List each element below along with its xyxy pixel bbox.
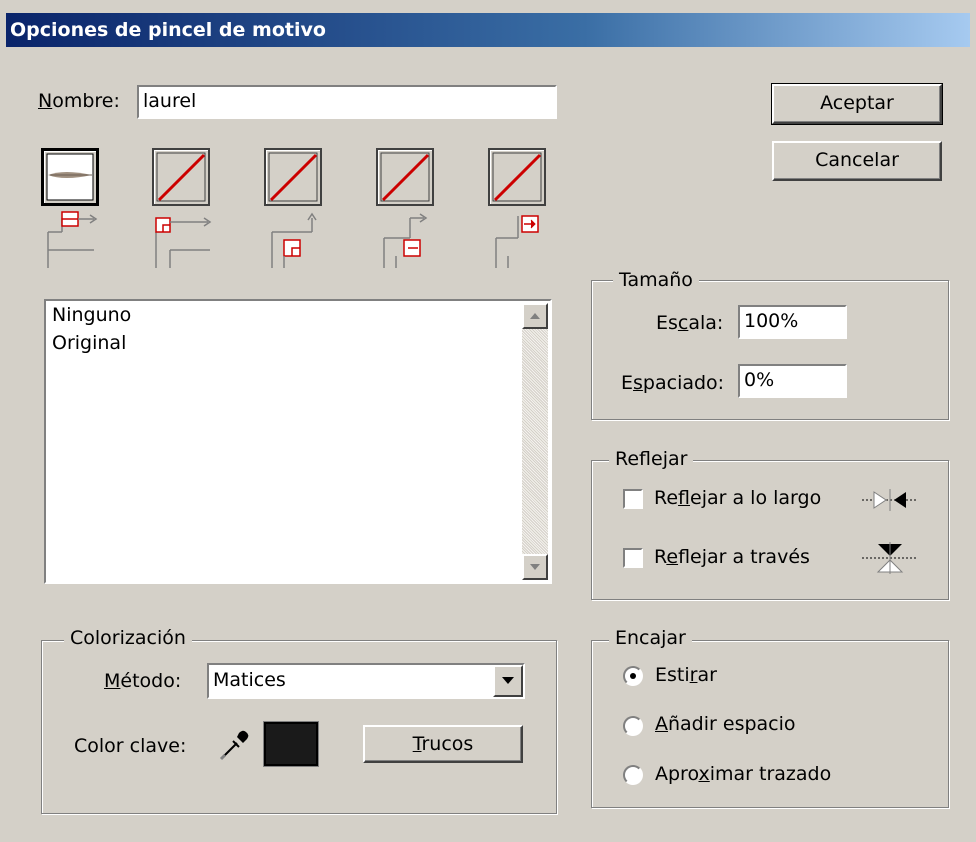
colorization-group-title: Colorización — [64, 626, 192, 650]
fit-group-title: Encajar — [609, 626, 692, 650]
list-item[interactable]: Original — [46, 329, 550, 357]
approximate-path-label[interactable]: Aproximar trazado — [655, 763, 831, 785]
cancel-button[interactable]: Cancelar — [772, 141, 942, 181]
laurel-pattern-icon — [46, 153, 94, 201]
key-color-label: Color clave: — [74, 735, 187, 757]
method-label: Método: — [104, 670, 182, 692]
side-tile-type-icon — [47, 211, 98, 268]
flip-along-label[interactable]: Reflejar a lo largo — [654, 487, 821, 509]
tile-inner-corner[interactable] — [264, 148, 322, 206]
flip-across-label[interactable]: Reflejar a través — [654, 546, 810, 568]
list-item[interactable]: Ninguno — [46, 301, 550, 329]
scale-label: Escala: — [656, 312, 724, 334]
tile-start[interactable] — [376, 148, 434, 206]
eyedropper-icon[interactable] — [217, 727, 253, 763]
add-space-label[interactable]: Añadir espacio — [655, 713, 796, 735]
flip-along-checkbox[interactable] — [623, 489, 643, 509]
title-bar: Opciones de pincel de motivo — [6, 13, 970, 47]
flip-across-icon — [862, 542, 918, 574]
window-title: Opciones de pincel de motivo — [10, 19, 326, 41]
tile-side[interactable] — [41, 148, 99, 206]
pattern-brush-options-dialog: Opciones de pincel de motivo Nombre: lau… — [0, 0, 976, 842]
approximate-path-radio[interactable] — [623, 765, 643, 785]
method-selected-value: Matices — [213, 669, 286, 691]
add-space-radio[interactable] — [623, 716, 643, 736]
inner-corner-tile-type-icon — [271, 212, 317, 268]
pattern-list[interactable]: Ninguno Original — [44, 299, 552, 584]
end-tile-type-icon — [495, 215, 539, 268]
method-select[interactable]: Matices — [207, 663, 525, 699]
method-dropdown-button[interactable] — [493, 665, 523, 697]
flip-along-icon — [862, 489, 918, 511]
spacing-input[interactable]: 0% — [738, 364, 847, 398]
chevron-down-icon — [502, 677, 514, 684]
list-scrollbar[interactable] — [522, 303, 548, 580]
tips-button[interactable]: Trucos — [363, 725, 523, 763]
flip-across-checkbox[interactable] — [623, 548, 643, 568]
none-slash-icon — [380, 152, 430, 202]
size-group — [591, 280, 949, 420]
key-color-swatch[interactable] — [263, 721, 319, 767]
flip-group — [591, 460, 949, 600]
scroll-up-button[interactable] — [522, 303, 548, 329]
outer-corner-tile-type-icon — [155, 217, 212, 268]
none-slash-icon — [492, 152, 542, 202]
arrow-up-icon — [530, 313, 540, 319]
tile-end[interactable] — [488, 148, 546, 206]
name-label: Nombre: — [38, 90, 120, 112]
arrow-down-icon — [530, 564, 540, 570]
flip-group-title: Reflejar — [609, 447, 694, 471]
scale-input[interactable]: 100% — [738, 305, 847, 339]
size-group-title: Tamaño — [613, 268, 699, 292]
tile-outer-corner[interactable] — [152, 148, 210, 206]
stretch-label[interactable]: Estirar — [655, 664, 717, 686]
spacing-label: Espaciado: — [621, 372, 725, 394]
name-input[interactable]: laurel — [137, 85, 557, 119]
ok-button[interactable]: Aceptar — [771, 83, 943, 125]
none-slash-icon — [156, 152, 206, 202]
start-tile-type-icon — [383, 213, 428, 268]
none-slash-icon — [268, 152, 318, 202]
scroll-down-button[interactable] — [522, 554, 548, 580]
stretch-radio[interactable] — [623, 666, 643, 686]
